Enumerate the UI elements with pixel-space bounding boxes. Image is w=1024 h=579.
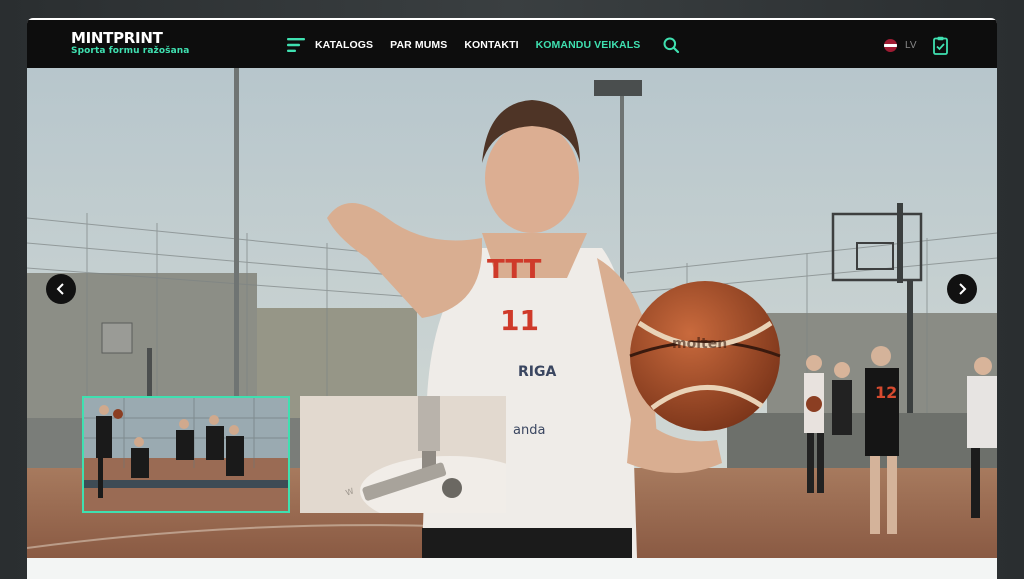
site-header: MINTPRINT Sporta formu ražošana KATALOGS…: [27, 18, 997, 68]
slider-prev-button[interactable]: [46, 274, 76, 304]
chevron-left-icon: [56, 283, 64, 295]
jersey-number: 11: [500, 304, 539, 337]
ball-brand: molten: [672, 336, 727, 352]
jersey-sponsor: RIGA: [518, 364, 556, 380]
logo-tagline: Sporta formu ražošana: [71, 46, 190, 56]
thumbnail-team-image: [84, 398, 288, 511]
chevron-right-icon: [959, 283, 967, 295]
thumbnail-sewing-image: W: [300, 396, 506, 513]
hero-slider: 12 TTT 11 RIGA anda molten W: [27, 68, 997, 558]
search-icon[interactable]: [663, 37, 680, 53]
svg-text:12: 12: [875, 383, 897, 402]
nav-item-komandu-veikals[interactable]: KOMANDU VEIKALS: [536, 39, 641, 51]
slider-thumbnail-sewing[interactable]: W: [300, 396, 506, 513]
language-switcher[interactable]: LV: [884, 39, 917, 52]
logo-title: MINTPRINT: [71, 29, 163, 47]
latvia-flag-icon: [884, 39, 897, 52]
site-logo[interactable]: MINTPRINT Sporta formu ražošana: [71, 30, 189, 57]
jersey-sponsor-2: anda: [513, 423, 545, 438]
slider-thumbnail-team[interactable]: [82, 396, 290, 513]
browser-frame: MINTPRINT Sporta formu ražošana KATALOGS…: [27, 18, 997, 579]
hamburger-menu-icon[interactable]: [287, 38, 305, 52]
jersey-text-top: TTT: [487, 255, 542, 285]
nav-item-par-mums[interactable]: PAR MUMS: [390, 39, 447, 51]
nav-item-kontakti[interactable]: KONTAKTI: [464, 39, 518, 51]
language-code: LV: [905, 40, 917, 51]
nav-item-katalogs[interactable]: KATALOGS: [315, 39, 373, 51]
main-nav: KATALOGS PAR MUMS KONTAKTI KOMANDU VEIKA…: [287, 20, 680, 70]
page-content-start: [27, 558, 997, 579]
slider-next-button[interactable]: [947, 274, 977, 304]
clipboard-icon[interactable]: [933, 36, 948, 55]
